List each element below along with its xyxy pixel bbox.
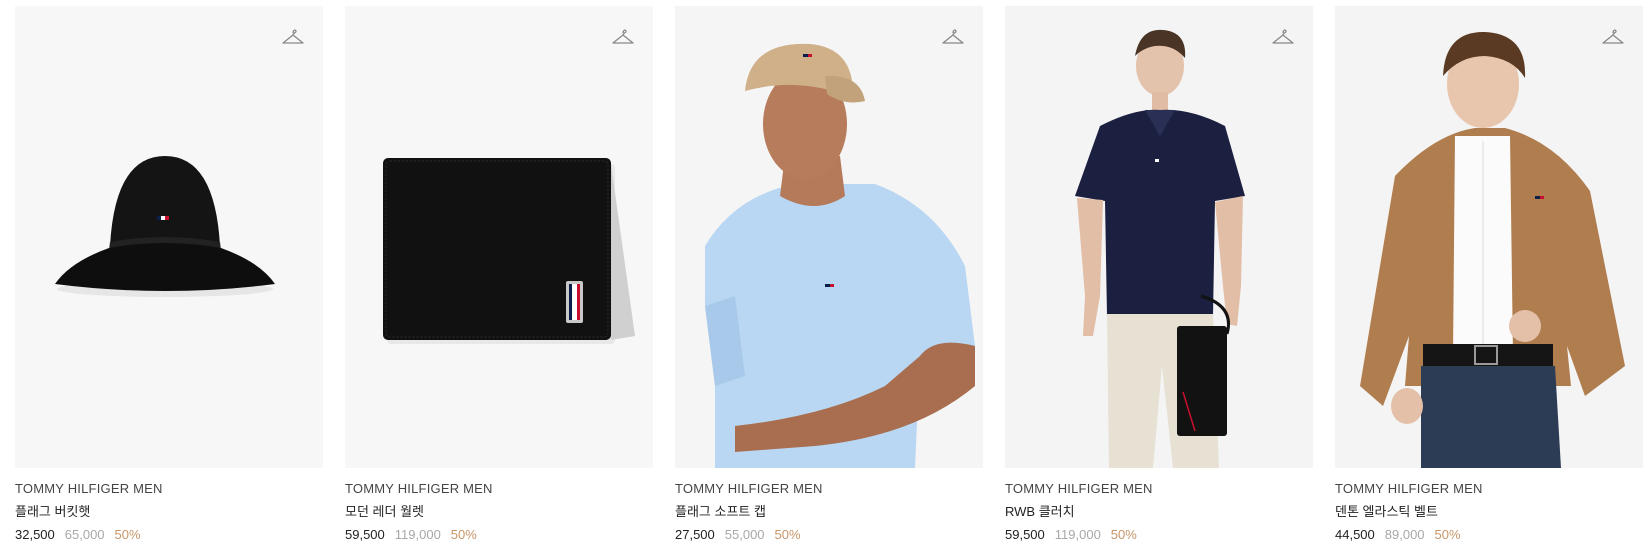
product-name[interactable]: RWB 클러치 [1005, 503, 1313, 521]
price-row: 59,500 119,000 50% [345, 526, 653, 544]
hanger-icon[interactable] [609, 22, 637, 50]
product-name[interactable]: 플래그 소프트 캡 [675, 503, 983, 521]
sale-price: 32,500 [15, 527, 55, 542]
product-image[interactable] [675, 6, 983, 468]
discount-rate: 50% [1434, 527, 1461, 542]
original-price: 119,000 [1054, 527, 1101, 542]
original-price: 89,000 [1384, 527, 1425, 542]
product-card[interactable]: TOMMY HILFIGER MEN 플래그 버킷햇 32,500 65,000… [15, 6, 323, 544]
hanger-icon[interactable] [1269, 22, 1297, 50]
original-price: 55,000 [724, 527, 765, 542]
product-brand[interactable]: TOMMY HILFIGER MEN [1005, 480, 1313, 498]
product-card[interactable]: TOMMY HILFIGER MEN RWB 클러치 59,500 119,00… [1005, 6, 1313, 544]
price-row: 27,500 55,000 50% [675, 526, 983, 544]
product-image[interactable] [1005, 6, 1313, 468]
product-image[interactable] [345, 6, 653, 468]
sale-price: 44,500 [1335, 527, 1375, 542]
original-price: 65,000 [64, 527, 105, 542]
discount-rate: 50% [774, 527, 801, 542]
product-brand[interactable]: TOMMY HILFIGER MEN [675, 480, 983, 498]
product-brand[interactable]: TOMMY HILFIGER MEN [345, 480, 653, 498]
soft-cap-model-image [675, 6, 983, 468]
hanger-icon[interactable] [939, 22, 967, 50]
product-brand[interactable]: TOMMY HILFIGER MEN [1335, 480, 1643, 498]
hanger-icon[interactable] [279, 22, 307, 50]
discount-rate: 50% [114, 527, 141, 542]
product-card[interactable]: TOMMY HILFIGER MEN 덴톤 엘라스틱 벨트 44,500 89,… [1335, 6, 1643, 544]
product-name[interactable]: 모던 레더 월렛 [345, 503, 653, 521]
discount-rate: 50% [1110, 527, 1137, 542]
sale-price: 59,500 [345, 527, 385, 542]
product-card[interactable]: TOMMY HILFIGER MEN 플래그 소프트 캡 27,500 55,0… [675, 6, 983, 544]
discount-rate: 50% [450, 527, 477, 542]
wallet-image [345, 6, 653, 468]
price-row: 59,500 119,000 50% [1005, 526, 1313, 544]
product-grid: TOMMY HILFIGER MEN 플래그 버킷햇 32,500 65,000… [0, 0, 1650, 552]
product-name[interactable]: 덴톤 엘라스틱 벨트 [1335, 503, 1643, 521]
price-row: 44,500 89,000 50% [1335, 526, 1643, 544]
hanger-icon[interactable] [1599, 22, 1627, 50]
clutch-model-image [1005, 6, 1313, 468]
price-row: 32,500 65,000 50% [15, 526, 323, 544]
sale-price: 59,500 [1005, 527, 1045, 542]
product-image[interactable] [15, 6, 323, 468]
belt-model-image [1335, 6, 1643, 468]
sale-price: 27,500 [675, 527, 715, 542]
bucket-hat-image [15, 6, 323, 468]
product-image[interactable] [1335, 6, 1643, 468]
product-brand[interactable]: TOMMY HILFIGER MEN [15, 480, 323, 498]
original-price: 119,000 [394, 527, 441, 542]
product-card[interactable]: TOMMY HILFIGER MEN 모던 레더 월렛 59,500 119,0… [345, 6, 653, 544]
product-name[interactable]: 플래그 버킷햇 [15, 503, 323, 521]
